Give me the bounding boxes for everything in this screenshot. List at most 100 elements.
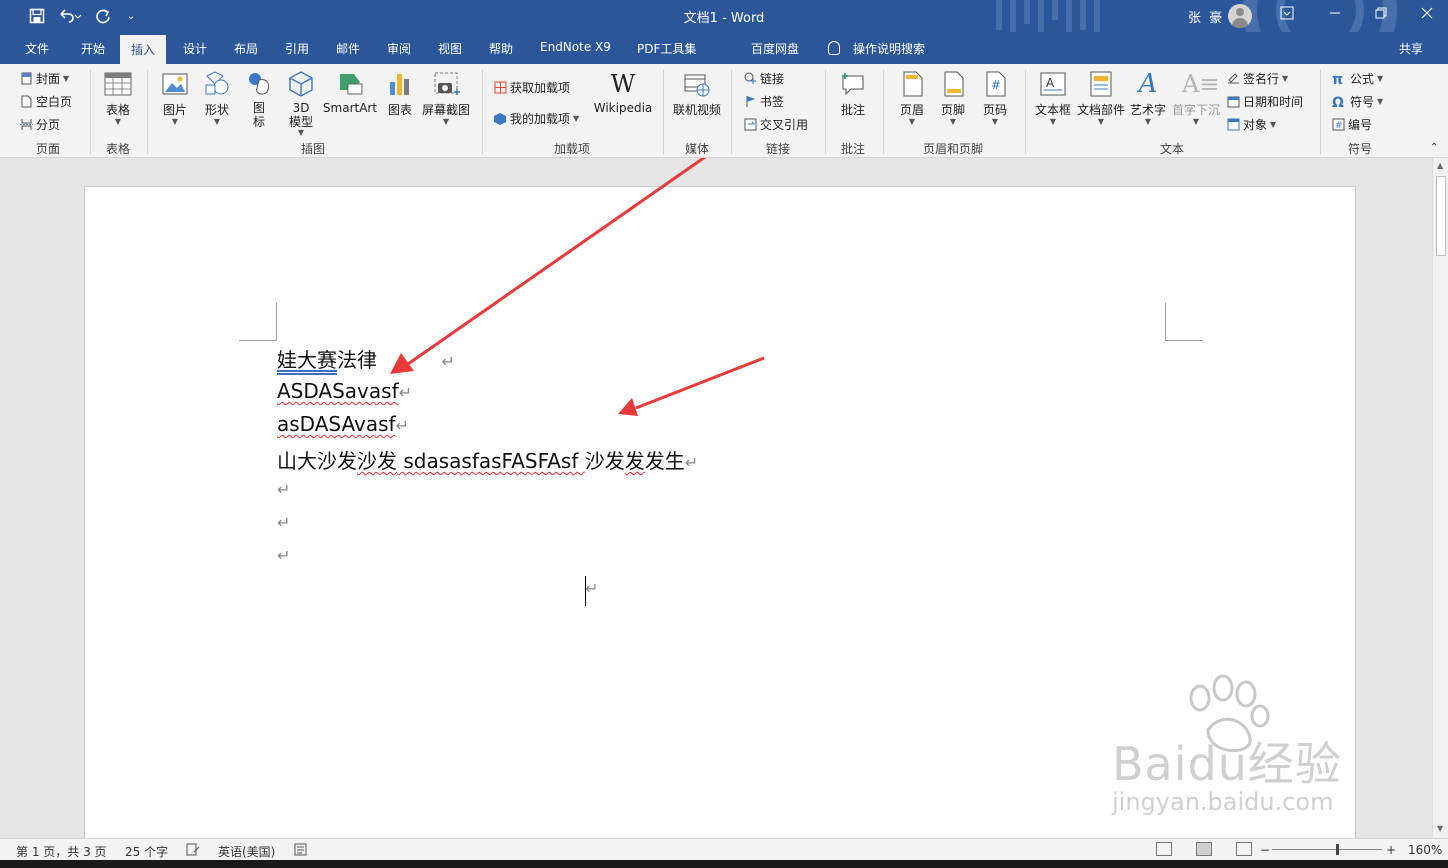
tab-mailings[interactable]: 邮件 bbox=[336, 40, 360, 57]
proofing-icon[interactable] bbox=[186, 843, 200, 859]
scrollbar-thumb[interactable] bbox=[1436, 176, 1446, 256]
tab-endnote[interactable]: EndNote X9 bbox=[540, 40, 611, 54]
object-icon bbox=[1227, 118, 1240, 131]
group-divider bbox=[663, 70, 664, 154]
wikipedia-icon: W bbox=[610, 70, 636, 98]
drop-cap-button[interactable]: A≡ 首字下沉 ▼ bbox=[1172, 70, 1220, 126]
object-button[interactable]: 对象 ▼ bbox=[1227, 116, 1276, 133]
collapse-ribbon-icon[interactable]: ⌃ bbox=[1430, 142, 1438, 153]
macro-icon[interactable] bbox=[294, 843, 307, 859]
shapes-button[interactable]: 形状 ▼ bbox=[203, 70, 231, 126]
footer-button[interactable]: 页脚 ▼ bbox=[939, 70, 967, 126]
quick-parts-button[interactable]: 文档部件 ▼ bbox=[1077, 70, 1125, 126]
3d-model-icon bbox=[287, 70, 315, 98]
minimize-icon[interactable] bbox=[1324, 6, 1346, 26]
page-break-icon bbox=[20, 118, 33, 131]
group-label-comments: 批注 bbox=[840, 142, 866, 156]
header-button[interactable]: 页眉 ▼ bbox=[898, 70, 926, 126]
header-icon bbox=[898, 70, 926, 98]
get-addins-button[interactable]: 获取加载项 bbox=[494, 79, 570, 96]
svg-text:A: A bbox=[1046, 76, 1055, 90]
cover-page-label: 封面 bbox=[36, 72, 61, 86]
tab-design[interactable]: 设计 bbox=[183, 40, 207, 57]
footer-label: 页脚 bbox=[940, 103, 965, 117]
group-label-symbols: 符号 bbox=[1347, 142, 1373, 156]
cross-reference-button[interactable]: 交叉引用 bbox=[744, 116, 808, 133]
pictures-button[interactable]: 图片 ▼ bbox=[161, 70, 189, 126]
screenshot-button[interactable]: 屏幕截图 ▼ bbox=[422, 70, 470, 126]
tab-file[interactable]: 文件 bbox=[25, 40, 49, 57]
my-addins-label: 我的加载项 bbox=[510, 112, 571, 126]
3d-models-button[interactable]: 3D 模型 ▼ bbox=[287, 70, 315, 137]
print-layout-icon[interactable] bbox=[1196, 842, 1212, 856]
ribbon-tabs: 文件 开始 插入 设计 布局 引用 邮件 审阅 视图 帮助 EndNote X9… bbox=[0, 32, 1448, 87]
wordart-button[interactable]: A 艺术字 ▼ bbox=[1130, 70, 1166, 126]
link-label: 链接 bbox=[760, 72, 785, 86]
pictures-label: 图片 bbox=[162, 103, 187, 117]
group-label-addins: 加载项 bbox=[553, 142, 591, 156]
zoom-slider[interactable] bbox=[1272, 849, 1382, 850]
blank-page-button[interactable]: 空白页 bbox=[20, 93, 72, 110]
zoom-slider-thumb[interactable] bbox=[1336, 844, 1339, 855]
new-comment-button[interactable]: 批注 bbox=[839, 70, 867, 118]
wikipedia-label: Wikipedia bbox=[593, 101, 653, 115]
group-divider bbox=[482, 70, 483, 154]
avatar[interactable] bbox=[1228, 4, 1252, 28]
table-label: 表格 bbox=[105, 103, 130, 117]
signature-line-button[interactable]: 签名行 ▼ bbox=[1227, 70, 1288, 87]
restore-icon[interactable] bbox=[1370, 6, 1392, 26]
symbol-button[interactable]: Ω 符号 ▼ bbox=[1332, 93, 1383, 111]
bookmark-button[interactable]: 书签 bbox=[744, 93, 784, 110]
equation-label: 公式 bbox=[1350, 72, 1375, 86]
page-count[interactable]: 第 1 页，共 3 页 bbox=[16, 843, 107, 860]
number-button[interactable]: # 编号 bbox=[1332, 116, 1372, 133]
tab-insert[interactable]: 插入 bbox=[120, 35, 167, 64]
share-button[interactable]: 共享 bbox=[1399, 40, 1423, 57]
vertical-scrollbar[interactable]: ▲ ▼ bbox=[1432, 158, 1448, 838]
screenshot-icon bbox=[432, 70, 460, 98]
my-addins-button[interactable]: 我的加载项 ▼ bbox=[494, 110, 579, 127]
text-box-button[interactable]: A 文本框 ▼ bbox=[1035, 70, 1071, 126]
annotation-arrow bbox=[635, 356, 765, 410]
tab-pdf-tools[interactable]: PDF工具集 bbox=[637, 40, 696, 57]
date-time-button[interactable]: 日期和时间 bbox=[1227, 93, 1303, 110]
chart-button[interactable]: 图表 bbox=[386, 70, 414, 118]
group-label-tables: 表格 bbox=[105, 142, 131, 156]
tab-help[interactable]: 帮助 bbox=[489, 40, 513, 57]
group-divider bbox=[147, 70, 148, 154]
tab-baidu-netdisk[interactable]: 百度网盘 bbox=[751, 40, 799, 57]
link-button[interactable]: 链接 bbox=[744, 70, 784, 87]
scroll-up-icon[interactable]: ▲ bbox=[1437, 161, 1443, 170]
tab-references[interactable]: 引用 bbox=[285, 40, 309, 57]
page-break-label: 分页 bbox=[36, 118, 61, 132]
ribbon-display-icon[interactable] bbox=[1276, 6, 1298, 26]
tab-layout[interactable]: 布局 bbox=[234, 40, 258, 57]
tab-review[interactable]: 审阅 bbox=[387, 40, 411, 57]
word-count[interactable]: 25 个字 bbox=[125, 843, 168, 860]
language-indicator[interactable]: 英语(美国) bbox=[218, 843, 275, 860]
online-video-button[interactable]: 联机视频 bbox=[673, 70, 721, 118]
group-divider bbox=[90, 70, 91, 154]
close-icon[interactable] bbox=[1416, 6, 1438, 26]
web-layout-icon[interactable] bbox=[1236, 842, 1252, 856]
zoom-out-icon[interactable]: − bbox=[1260, 843, 1270, 857]
tell-me-search[interactable]: 操作说明搜索 bbox=[853, 40, 925, 57]
icons-button[interactable]: 图 标 bbox=[245, 70, 273, 129]
zoom-in-icon[interactable]: + bbox=[1386, 843, 1396, 857]
scroll-down-icon[interactable]: ▼ bbox=[1437, 824, 1443, 833]
equation-button[interactable]: π 公式 ▼ bbox=[1332, 70, 1383, 88]
page-break-button[interactable]: 分页 bbox=[20, 116, 60, 133]
date-time-label: 日期和时间 bbox=[1243, 95, 1304, 109]
tab-view[interactable]: 视图 bbox=[438, 40, 462, 57]
page-number-button[interactable]: # 页码 ▼ bbox=[981, 70, 1009, 126]
page-number-label: 页码 bbox=[982, 103, 1007, 117]
read-mode-icon[interactable] bbox=[1156, 842, 1172, 856]
lightbulb-icon bbox=[828, 41, 840, 55]
tab-home[interactable]: 开始 bbox=[81, 40, 105, 57]
cover-page-button[interactable]: 封面 ▼ bbox=[20, 70, 69, 87]
table-button[interactable]: 表格 ▼ bbox=[104, 70, 132, 126]
user-name[interactable]: 张 豪 bbox=[1188, 7, 1224, 26]
zoom-level[interactable]: 160% bbox=[1408, 843, 1442, 857]
wikipedia-button[interactable]: W Wikipedia bbox=[594, 70, 653, 115]
smartart-button[interactable]: SmartArt bbox=[323, 70, 377, 115]
